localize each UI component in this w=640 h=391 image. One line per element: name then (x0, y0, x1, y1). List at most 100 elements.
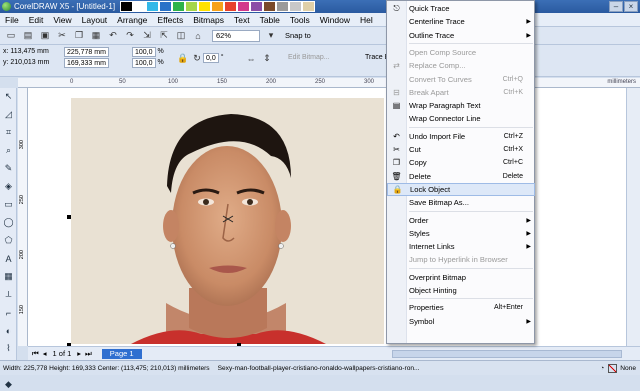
eyedropper-tool-icon[interactable]: ⌇ (2, 342, 15, 355)
connector-tool-icon[interactable]: ⌐ (2, 306, 15, 319)
menu-arrange[interactable]: Arrange (112, 15, 152, 25)
menu-item-order[interactable]: Order ▶ (387, 214, 535, 227)
paste-icon[interactable]: ▦ (89, 29, 103, 42)
menu-item-save-bitmap-as[interactable]: Save Bitmap As... (387, 196, 535, 209)
redo-icon[interactable]: ↷ (123, 29, 137, 42)
menu-item-cut[interactable]: ✂ Cut Ctrl+X (387, 143, 535, 156)
menu-item-properties[interactable]: Properties Alt+Enter (387, 301, 535, 314)
blend-tool-icon[interactable]: ◐ (2, 324, 15, 337)
menu-item-break-apart[interactable]: ⊟ Break Apart Ctrl+K (387, 86, 535, 99)
application-launcher-icon[interactable]: ◫ (174, 29, 188, 42)
menu-tools[interactable]: Tools (285, 15, 315, 25)
vertical-ruler[interactable]: 300 250 200 150 (18, 88, 28, 346)
scale-y-field[interactable]: 100,0 (132, 58, 156, 68)
polygon-tool-icon[interactable]: ⬠ (2, 234, 15, 247)
color-swatch[interactable] (172, 1, 185, 12)
menu-item-lock-object[interactable]: 🔒 Lock Object (387, 182, 535, 196)
fill-tool-icon[interactable]: ◆ (2, 378, 15, 391)
color-swatch[interactable] (237, 1, 250, 12)
color-swatch[interactable] (211, 1, 224, 12)
menu-item-undo-import-file[interactable]: ↶ Undo Import File Ctrl+Z (387, 130, 535, 143)
menu-hel[interactable]: Hel (355, 15, 378, 25)
dimension-tool-icon[interactable]: ⟂ (2, 288, 15, 301)
menu-layout[interactable]: Layout (77, 15, 113, 25)
first-page-icon[interactable]: ⏮ (32, 349, 39, 359)
mirror-horizontal-icon[interactable]: ⇔ (244, 52, 258, 65)
menu-view[interactable]: View (48, 15, 76, 25)
open-icon[interactable]: ▤ (21, 29, 35, 42)
color-swatch[interactable] (263, 1, 276, 12)
menu-item-open-comp-source[interactable]: Open Comp Source (387, 46, 535, 59)
table-tool-icon[interactable]: ▦ (2, 270, 15, 283)
save-icon[interactable]: ▣ (38, 29, 52, 42)
zoom-level-select[interactable]: 62% (212, 29, 260, 42)
prev-page-icon[interactable]: ◂ (43, 349, 47, 358)
snap-to-dropdown[interactable]: Snap to (285, 31, 311, 40)
mirror-vertical-icon[interactable]: ⇕ (260, 52, 274, 65)
color-swatch[interactable] (185, 1, 198, 12)
color-swatch[interactable] (198, 1, 211, 12)
color-swatch[interactable] (289, 1, 302, 12)
color-swatch[interactable] (276, 1, 289, 12)
page-tab[interactable]: Page 1 (101, 348, 142, 359)
crop-tool-icon[interactable]: ⌗ (2, 126, 15, 139)
shape-tool-icon[interactable]: ◿ (2, 108, 15, 121)
color-swatch[interactable] (120, 1, 133, 12)
cut-icon[interactable]: ✂ (55, 29, 69, 42)
new-document-icon[interactable]: ▭ (4, 29, 18, 42)
menu-item-styles[interactable]: Styles ▶ (387, 227, 535, 240)
last-page-icon[interactable]: ⏭ (85, 349, 92, 359)
menu-item-wrap-paragraph-text[interactable]: ▤ Wrap Paragraph Text (387, 99, 535, 112)
right-scrollbar[interactable] (626, 88, 640, 346)
rotation-icon[interactable]: ↻ (190, 52, 204, 65)
menu-item-object-hinting[interactable]: Object Hinting (387, 284, 535, 297)
import-icon[interactable]: ⇲ (140, 29, 154, 42)
menu-item-copy[interactable]: ❐ Copy Ctrl+C (387, 156, 535, 169)
color-swatch[interactable] (133, 1, 146, 12)
menu-file[interactable]: File (0, 15, 24, 25)
horizontal-ruler[interactable]: millimeters 050100150200250300350 (18, 78, 640, 88)
menu-table[interactable]: Table (255, 15, 285, 25)
menu-item-delete[interactable]: 🗑 Delete Delete (387, 170, 535, 183)
ellipse-tool-icon[interactable]: ◯ (2, 216, 15, 229)
y-position-field[interactable]: y: 210,013 mm (3, 58, 49, 69)
text-tool-icon[interactable]: A (2, 252, 15, 265)
menu-window[interactable]: Window (315, 15, 355, 25)
menu-item-internet-links[interactable]: Internet Links ▶ (387, 240, 535, 253)
menu-item-convert-to-curves[interactable]: Convert To Curves Ctrl+Q (387, 73, 535, 86)
freehand-tool-icon[interactable]: ✎ (2, 162, 15, 175)
rectangle-tool-icon[interactable]: ▭ (2, 198, 15, 211)
lock-ratio-icon[interactable]: 🔒 (176, 52, 190, 65)
scale-x-field[interactable]: 100,0 (132, 47, 156, 57)
menu-item-overprint-bitmap[interactable]: Overprint Bitmap (387, 271, 535, 284)
color-swatch[interactable] (159, 1, 172, 12)
width-field[interactable]: 225,778 mm (64, 47, 109, 57)
edit-bitmap-button[interactable]: Edit Bitmap... (288, 53, 330, 64)
close-icon[interactable]: × (624, 1, 638, 12)
export-icon[interactable]: ⇱ (157, 29, 171, 42)
menu-bitmaps[interactable]: Bitmaps (188, 15, 229, 25)
menu-text[interactable]: Text (229, 15, 255, 25)
horizontal-scrollbar[interactable] (392, 349, 622, 358)
menu-item-replace-comp[interactable]: ⇄ Replace Comp... (387, 59, 535, 72)
menu-edit[interactable]: Edit (24, 15, 49, 25)
x-position-field[interactable]: x: 113,475 mm (3, 47, 49, 58)
menu-item-jump-to-hyperlink-in-browser[interactable]: Jump to Hyperlink in Browser (387, 253, 535, 266)
menu-effects[interactable]: Effects (152, 15, 188, 25)
color-swatch[interactable] (302, 1, 315, 12)
pick-tool-icon[interactable]: ↖ (2, 90, 15, 103)
smart-fill-tool-icon[interactable]: ◈ (2, 180, 15, 193)
zoom-dropdown-icon[interactable]: ▾ (264, 29, 278, 42)
undo-icon[interactable]: ↶ (106, 29, 120, 42)
color-swatch[interactable] (146, 1, 159, 12)
next-page-icon[interactable]: ▸ (77, 349, 81, 358)
minimize-icon[interactable]: – (609, 1, 623, 12)
height-field[interactable]: 169,333 mm (64, 58, 109, 68)
copy-icon[interactable]: ❐ (72, 29, 86, 42)
color-palette[interactable] (120, 1, 315, 13)
menu-item-outline-trace[interactable]: Outline Trace ▶ (387, 29, 535, 42)
rotation-field[interactable]: 0,0 (203, 53, 219, 63)
zoom-tool-icon[interactable]: ⌕ (2, 144, 15, 157)
menu-item-symbol[interactable]: Symbol ▶ (387, 315, 535, 328)
color-swatch[interactable] (250, 1, 263, 12)
